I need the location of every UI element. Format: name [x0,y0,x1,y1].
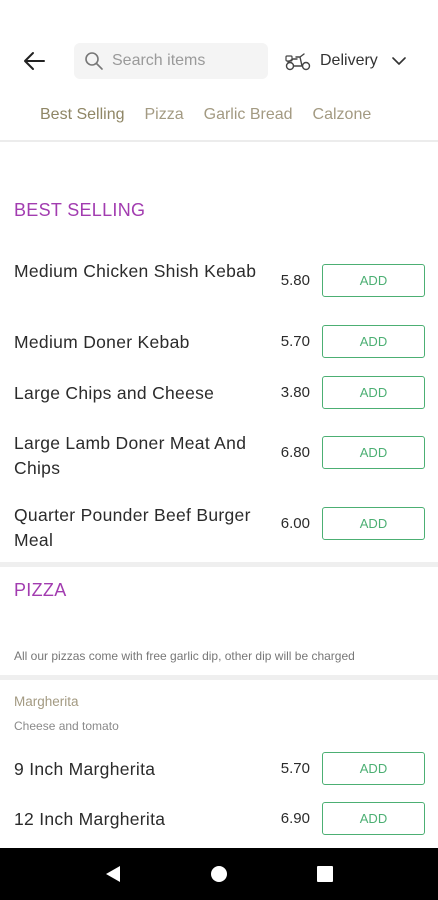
item-price: 6.90 [280,810,310,827]
back-button[interactable] [14,44,54,78]
pizza-note: All our pizzas come with free garlic dip… [14,649,355,663]
section-title-best-selling: BEST SELLING [14,200,146,220]
add-button[interactable]: ADD [322,325,425,358]
item-name: Medium Chicken Shish Kebab [14,261,257,281]
system-nav-bar [0,848,438,900]
item-name: 12 Inch Margherita [14,809,166,829]
add-button[interactable]: ADD [322,376,425,409]
section-divider [0,675,438,680]
item-name: Medium Doner Kebab [14,332,190,352]
group-title: Margherita [14,694,79,709]
group-description: Cheese and tomato [14,719,119,733]
item-price: 5.80 [280,272,310,289]
add-button[interactable]: ADD [322,802,425,835]
add-button[interactable]: ADD [322,436,425,469]
item-price: 6.00 [280,515,310,532]
back-arrow-icon [24,52,45,70]
top-bar: Delivery [0,0,438,100]
circle-home-icon [211,866,227,882]
tab-calzone[interactable]: Calzone [313,96,372,140]
chevron-down-icon [391,57,406,65]
item-name: Large Lamb Doner Meat And Chips [14,433,247,478]
add-button[interactable]: ADD [322,752,425,785]
nav-recents-button[interactable] [305,854,345,894]
section-divider [0,562,438,567]
tab-pizza[interactable]: Pizza [145,96,184,140]
item-name: Quarter Pounder Beef Burger Meal [14,505,251,550]
item-name: 9 Inch Margherita [14,759,156,779]
search-box[interactable] [74,43,268,79]
nav-back-button[interactable] [93,854,133,894]
category-tabs: Best Selling Pizza Garlic Bread Calzone [0,96,438,142]
item-price: 3.80 [280,384,310,401]
search-input[interactable] [112,52,262,70]
delivery-scooter-icon [285,53,311,71]
search-icon [85,52,103,70]
delivery-selector[interactable]: Delivery [284,44,406,78]
add-button[interactable]: ADD [322,264,425,297]
tab-garlic-bread[interactable]: Garlic Bread [204,96,293,140]
square-recents-icon [317,866,333,882]
add-button[interactable]: ADD [322,507,425,540]
item-price: 5.70 [280,333,310,350]
triangle-back-icon [106,866,120,882]
item-name: Large Chips and Cheese [14,383,215,403]
tab-best-selling[interactable]: Best Selling [40,96,125,140]
nav-home-button[interactable] [199,854,239,894]
delivery-label: Delivery [320,52,378,69]
item-price: 5.70 [280,760,310,777]
item-price: 6.80 [280,444,310,461]
section-title-pizza: PIZZA [14,580,67,600]
